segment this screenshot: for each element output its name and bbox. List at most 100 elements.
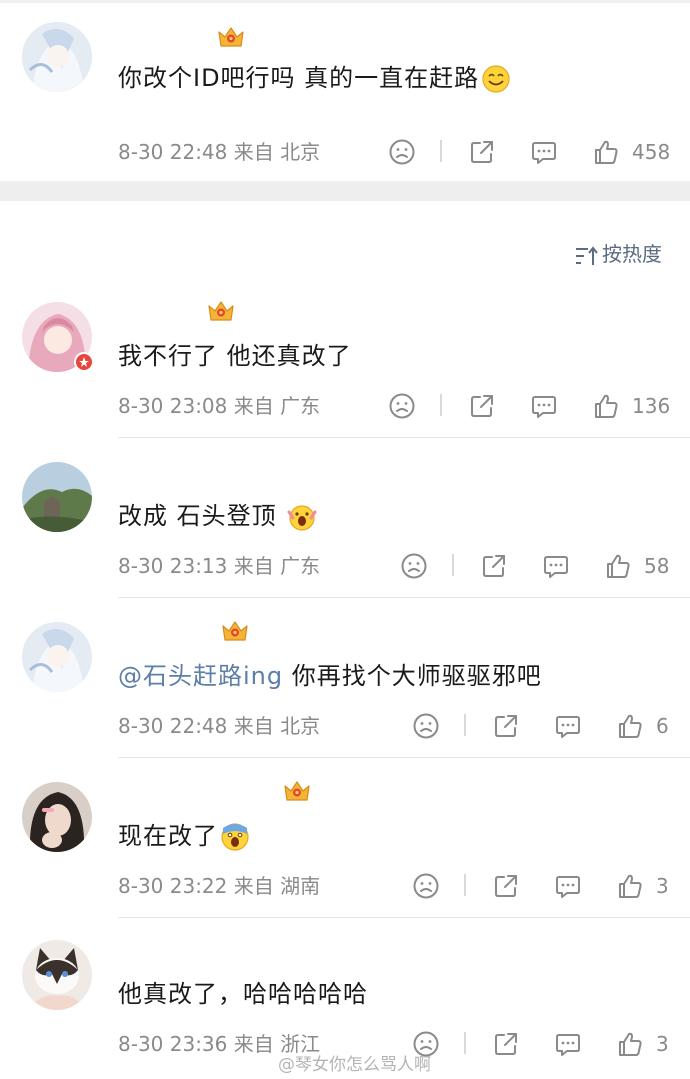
sort-label: 按热度 xyxy=(602,242,662,266)
divider xyxy=(118,757,690,758)
share-icon[interactable] xyxy=(468,392,496,420)
avatar[interactable] xyxy=(22,462,92,532)
crown-badge-icon xyxy=(206,298,236,324)
top-comment: 你改个ID吧行吗 真的一直在赶路 8-30 22:48 来自 北京 458 xyxy=(0,0,690,181)
crown-badge-icon xyxy=(282,778,312,804)
comment-icon[interactable] xyxy=(542,552,570,580)
share-icon[interactable] xyxy=(480,552,508,580)
sort-by-heat-button[interactable]: 按热度 xyxy=(574,238,662,267)
from-label: 来自 xyxy=(233,554,274,578)
comment-text: 我不行了 他还真改了 xyxy=(118,342,352,370)
like-count: 58 xyxy=(644,554,670,578)
share-icon[interactable] xyxy=(492,712,520,740)
comment-location: 北京 xyxy=(280,140,321,164)
comment-time: 8-30 22:48 xyxy=(118,140,228,164)
share-icon[interactable] xyxy=(468,138,496,166)
dislike-sad-face-icon[interactable] xyxy=(412,872,440,900)
from-label: 来自 xyxy=(233,394,274,418)
comment-icon[interactable] xyxy=(554,712,582,740)
comment-time: 8-30 23:22 xyxy=(118,874,228,898)
from-label: 来自 xyxy=(233,714,274,738)
comment-text: 他真改了，哈哈哈哈哈 xyxy=(118,980,368,1008)
comment-time: 8-30 23:36 xyxy=(118,1032,228,1056)
dislike-sad-face-icon[interactable] xyxy=(400,552,428,580)
reply-item: 现在改了 8-30 23:22 来自 湖南 3 xyxy=(0,770,690,920)
comment-time: 8-30 23:13 xyxy=(118,554,228,578)
like-thumbs-up-icon[interactable] xyxy=(604,552,632,580)
comment-text: @石头赶路ing 你再找个大师驱驱邪吧 xyxy=(118,662,542,690)
comment-icon[interactable] xyxy=(530,138,558,166)
reply-item: 我不行了 他还真改了 8-30 23:08 来自 广东 136 xyxy=(0,290,690,440)
like-thumbs-up-icon[interactable] xyxy=(616,1030,644,1058)
comment-time: 8-30 22:48 xyxy=(118,714,228,738)
reply-item: 改成 石头登顶 8-30 23:13 来自 广东 58 xyxy=(0,450,690,600)
like-count: 3 xyxy=(656,874,669,898)
comment-location: 广东 xyxy=(280,394,321,418)
divider xyxy=(118,917,690,918)
like-count: 6 xyxy=(656,714,669,738)
like-thumbs-up-icon[interactable] xyxy=(592,138,620,166)
comment-meta: 8-30 23:08 来自 广东 xyxy=(118,394,320,418)
crown-badge-icon xyxy=(216,24,246,50)
avatar[interactable] xyxy=(22,622,92,692)
comment-time: 8-30 23:08 xyxy=(118,394,228,418)
reply-item: @石头赶路ing 你再找个大师驱驱邪吧 8-30 22:48 来自 北京 6 xyxy=(0,610,690,760)
user-mention-link[interactable]: @石头赶路ing xyxy=(118,662,283,690)
comment-actions: 458 xyxy=(388,138,678,168)
like-thumbs-up-icon[interactable] xyxy=(616,712,644,740)
watermark: @琴女你怎么骂人啊 xyxy=(278,1055,431,1075)
comment-meta: 8-30 23:13 来自 广东 xyxy=(118,554,320,578)
avatar[interactable] xyxy=(22,22,92,92)
share-icon[interactable] xyxy=(492,872,520,900)
like-thumbs-up-icon[interactable] xyxy=(592,392,620,420)
comment-actions: 6 xyxy=(412,712,682,742)
from-label: 来自 xyxy=(233,874,274,898)
separator xyxy=(464,874,466,896)
shocked-tears-emoji-icon xyxy=(221,823,249,851)
cheering-emoji-icon xyxy=(287,505,317,531)
from-label: 来自 xyxy=(233,1032,274,1056)
comment-icon[interactable] xyxy=(530,392,558,420)
comment-meta: 8-30 22:48 来自 北京 xyxy=(118,140,320,164)
landscape-avatar-image xyxy=(22,462,92,532)
from-label: 来自 xyxy=(233,140,274,164)
crown-badge-icon xyxy=(220,618,250,644)
comment-location: 北京 xyxy=(280,714,321,738)
sort-arrows-icon xyxy=(576,245,598,265)
avatar[interactable] xyxy=(22,940,92,1010)
cat-photo-avatar-image xyxy=(22,940,92,1010)
share-icon[interactable] xyxy=(492,1030,520,1058)
avatar[interactable] xyxy=(22,782,92,852)
anime-girl-avatar-image xyxy=(22,622,92,692)
separator xyxy=(464,1032,466,1054)
comment-text: 你改个ID吧行吗 真的一直在赶路 xyxy=(118,62,511,94)
comment-text: 现在改了 xyxy=(118,820,250,852)
like-count: 3 xyxy=(656,1032,669,1056)
comment-icon[interactable] xyxy=(554,1030,582,1058)
like-count: 458 xyxy=(632,140,671,164)
separator xyxy=(464,714,466,736)
anime-girl-avatar-image xyxy=(22,22,92,92)
like-thumbs-up-icon[interactable] xyxy=(616,872,644,900)
comment-actions: 136 xyxy=(388,392,678,422)
separator xyxy=(440,140,442,162)
comment-icon[interactable] xyxy=(554,872,582,900)
separator xyxy=(452,554,454,576)
smile-emoji-icon xyxy=(482,65,510,93)
comment-location: 湖南 xyxy=(280,874,321,898)
separator xyxy=(440,394,442,416)
comment-location: 广东 xyxy=(280,554,321,578)
comment-meta: 8-30 23:22 来自 湖南 xyxy=(118,874,320,898)
comment-text: 改成 石头登顶 xyxy=(118,500,317,532)
verified-badge-icon xyxy=(74,352,94,372)
comment-actions: 3 xyxy=(412,1030,682,1060)
person-photo-avatar-image xyxy=(22,782,92,852)
like-count: 136 xyxy=(632,394,671,418)
divider xyxy=(118,597,690,598)
divider xyxy=(118,437,690,438)
dislike-sad-face-icon[interactable] xyxy=(388,392,416,420)
comment-actions: 58 xyxy=(400,552,680,582)
dislike-sad-face-icon[interactable] xyxy=(412,712,440,740)
section-divider xyxy=(0,181,690,201)
dislike-sad-face-icon[interactable] xyxy=(388,138,416,166)
